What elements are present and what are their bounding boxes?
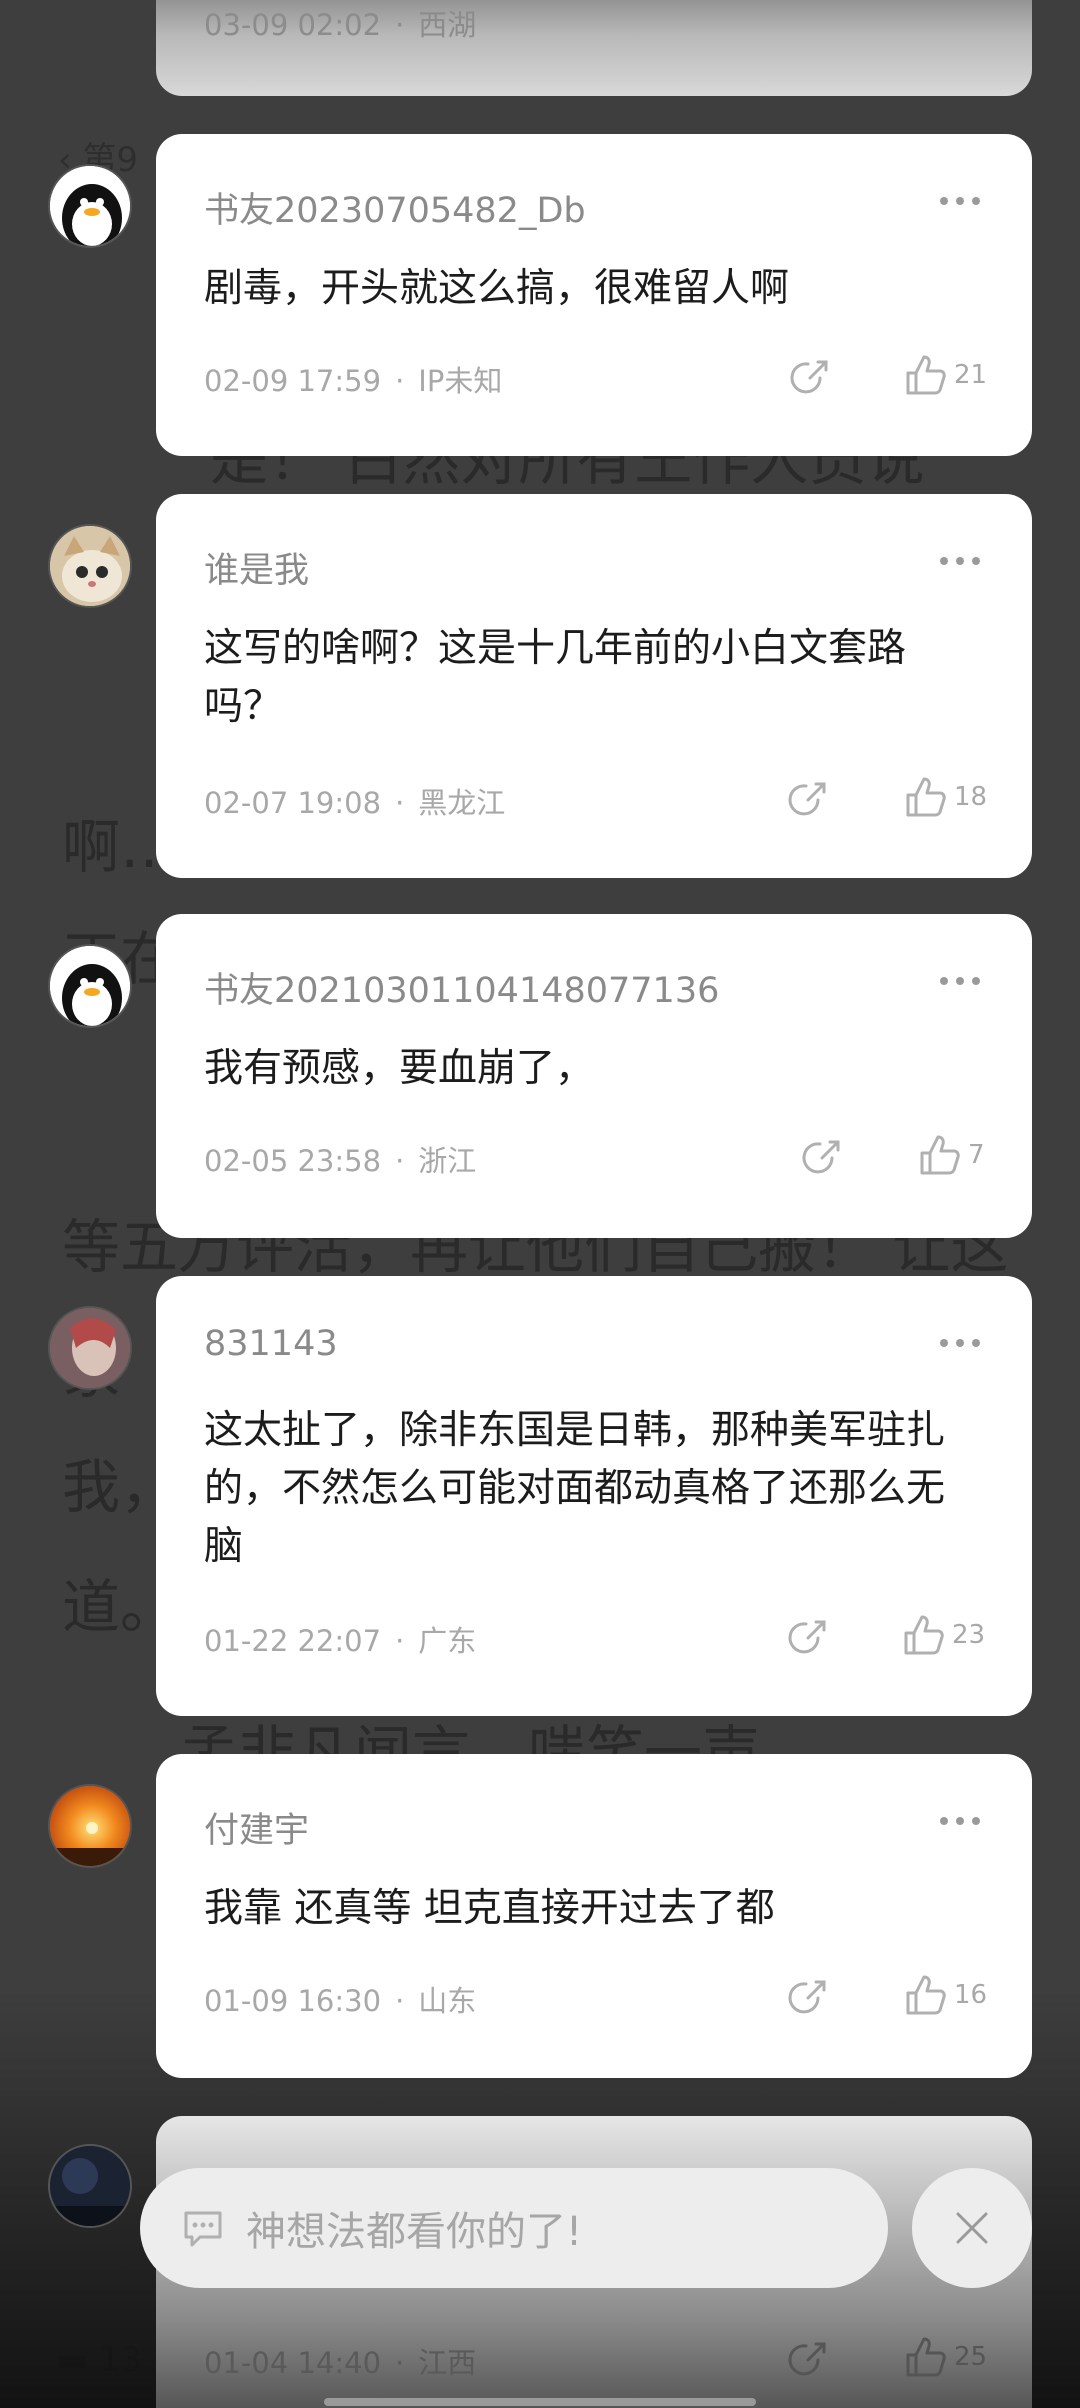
comment-meta: 02-09 17:59 · IP未知 [204, 364, 503, 398]
avatar[interactable] [48, 164, 132, 248]
like-button[interactable]: 16 [904, 1972, 987, 2018]
comment-author[interactable]: 付建宇 [204, 1802, 309, 1853]
sunset-avatar-icon [50, 1786, 130, 1866]
share-icon[interactable] [800, 1136, 842, 1178]
thumb-up-icon [906, 2337, 946, 2377]
share-icon[interactable] [786, 1616, 828, 1658]
comment-author[interactable]: 谁是我 [204, 542, 309, 593]
more-icon[interactable] [940, 196, 980, 206]
comment-card[interactable]: 付建宇 我靠 还真等 坦克直接开过去了都 01-09 16:30 · 山东 16 [156, 1754, 1032, 2078]
thumb-up-icon [906, 1975, 946, 2015]
avatar[interactable] [48, 944, 132, 1028]
like-count: 7 [968, 1140, 985, 1170]
avatar[interactable] [48, 1784, 132, 1868]
home-indicator[interactable] [324, 2398, 756, 2406]
thumb-up-icon [920, 1135, 960, 1175]
like-button[interactable]: 18 [904, 774, 987, 820]
thumb-up-icon [906, 777, 946, 817]
photo-avatar-icon [50, 1308, 130, 1388]
comment-card[interactable]: 谁是我 这写的啥啊？这是十几年前的小白文套路吗？ 02-07 19:08 · 黑龙江… [156, 494, 1032, 878]
comment-card-partial: 03-09 02:02 · 西湖 [156, 0, 1032, 96]
more-icon[interactable] [940, 1816, 980, 1826]
avatar[interactable] [48, 2144, 132, 2228]
comment-author[interactable]: 书友20230705482_Db [204, 182, 586, 233]
comment-meta: 02-07 19:08 · 黑龙江 [204, 786, 506, 820]
more-icon[interactable] [940, 1338, 980, 1348]
share-icon[interactable] [788, 356, 830, 398]
thumb-up-icon [904, 1615, 944, 1655]
avatar[interactable] [48, 1306, 132, 1390]
comment-meta: 02-05 23:58 · 浙江 [204, 1144, 477, 1178]
comment-card[interactable]: 书友20230705482_Db 剧毒，开头就这么搞，很难留人啊 02-09 1… [156, 134, 1032, 456]
more-icon[interactable] [940, 976, 980, 986]
comment-content: 剧毒，开头就这么搞，很难留人啊 [204, 266, 790, 311]
comment-bubble-icon [184, 2211, 222, 2247]
penguin-avatar-icon [50, 946, 130, 1026]
comment-content: 这太扯了，除非东国是日韩，那种美军驻扎的，不然怎么可能对面都动真格了还那么无脑 [204, 1408, 946, 1569]
like-count: 18 [954, 782, 988, 812]
comment-content: 这写的啥啊？这是十几年前的小白文套路吗？ [204, 626, 907, 729]
like-button[interactable]: 25 [904, 2334, 987, 2380]
like-count: 16 [954, 1980, 988, 2010]
comment-content: 我有预感，要血崩了， [204, 1046, 595, 1091]
comment-meta: 03-09 02:02 · 西湖 [204, 8, 477, 42]
cat-avatar-icon [50, 526, 130, 606]
penguin-avatar-icon [50, 166, 130, 246]
close-icon [956, 2212, 988, 2244]
share-icon[interactable] [786, 778, 828, 820]
close-button[interactable] [912, 2168, 1032, 2288]
like-count: 21 [954, 360, 988, 390]
share-icon[interactable] [786, 1976, 828, 2018]
comment-input-placeholder: 神想法都看你的了! [246, 2209, 583, 2255]
like-count: 23 [952, 1620, 986, 1650]
comment-meta: 01-04 14:40 · 江西 [204, 2346, 477, 2380]
comment-card[interactable]: 书友20210301104148077136 我有预感，要血崩了， 02-05 … [156, 914, 1032, 1238]
more-icon[interactable] [940, 556, 980, 566]
comment-meta: 01-22 22:07 · 广东 [204, 1624, 477, 1658]
like-count: 25 [954, 2342, 988, 2372]
avatar[interactable] [48, 524, 132, 608]
comment-author[interactable]: 书友20210301104148077136 [204, 962, 719, 1013]
comment-card[interactable]: 831143 这太扯了，除非东国是日韩，那种美军驻扎的，不然怎么可能对面都动真格… [156, 1276, 1032, 1716]
share-icon[interactable] [786, 2338, 828, 2380]
thumb-up-icon [906, 355, 946, 395]
like-button[interactable]: 23 [902, 1612, 985, 1658]
comment-input[interactable]: 神想法都看你的了! [140, 2168, 888, 2288]
comment-content: 我靠 还真等 坦克直接开过去了都 [204, 1886, 775, 1931]
night-avatar-icon [50, 2146, 130, 2226]
like-button[interactable]: 21 [904, 352, 987, 398]
comment-author[interactable]: 831143 [204, 1324, 338, 1364]
comment-meta: 01-09 16:30 · 山东 [204, 1984, 477, 2018]
like-button[interactable]: 7 [918, 1132, 985, 1178]
